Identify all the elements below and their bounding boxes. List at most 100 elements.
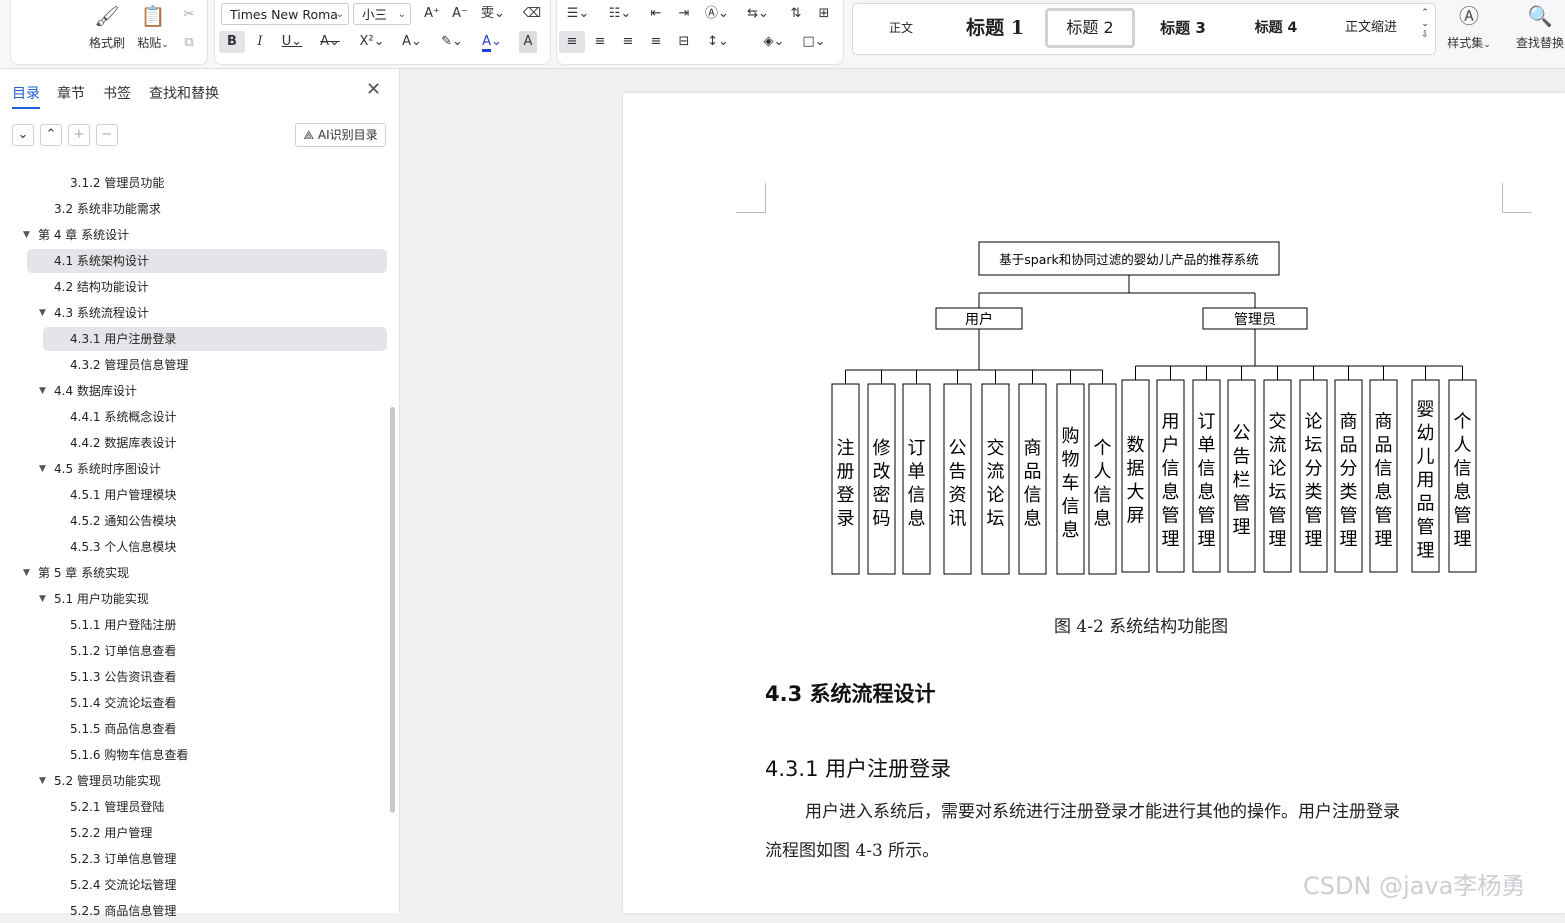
tab-toc[interactable]: 目录 [12,83,40,109]
remove-item-button[interactable]: − [96,124,118,146]
borders-icon[interactable]: □⌄ [799,31,829,53]
collapse-all-button[interactable]: ⌃ [40,124,62,146]
clear-format-icon[interactable]: ⌫ [519,3,545,25]
align-left-icon[interactable]: ≡ [559,31,585,53]
toc-item-label: 5.1.6 购物车信息查看 [70,748,189,762]
style-set-button[interactable]: Ⓐ 样式集⌄ [1444,2,1494,58]
document-page[interactable]: 基于spark和协同过滤的婴幼儿产品的推荐系统 用户 管理员 注册登录 修改密码 订单信息… [623,93,1565,913]
phonetic-icon[interactable]: 雯⌄ [477,3,509,25]
toc-item[interactable]: 5.1.3 公告资讯查看 [70,665,176,689]
toc-item[interactable]: ▼ 5.1 用户功能实现 [39,587,149,611]
expand-arrow-icon[interactable]: ▼ [39,587,46,611]
justify-icon[interactable]: ≡ [643,31,669,53]
toc-item[interactable]: 5.1.6 购物车信息查看 [70,743,188,767]
toc-item[interactable]: 4.5.2 通知公告模块 [70,509,176,533]
expand-arrow-icon[interactable]: ▼ [23,223,30,247]
tab-bookmarks[interactable]: 书签 [103,83,131,103]
expand-arrow-icon[interactable]: ▼ [39,457,46,481]
expand-arrow-icon[interactable]: ▼ [39,301,46,325]
expand-arrow-icon[interactable]: ▼ [39,769,46,793]
grow-font-icon[interactable]: A⁺ [419,3,445,25]
toc-item[interactable]: 4.4.1 系统概念设计 [70,405,176,429]
toc-item-label: 4.2 结构功能设计 [54,280,149,294]
style-body-indent[interactable]: 正文缩进 [1329,8,1413,48]
text-effect-icon[interactable]: A⌄ [397,31,427,53]
expand-arrow-icon[interactable]: ▼ [39,379,46,403]
font-name-select[interactable]: Times New Roma ⌄ [221,3,349,25]
module-label: 公告栏管理 [1233,423,1251,538]
toc-item[interactable]: 3.1.2 管理员功能 [70,171,164,195]
shrink-font-icon[interactable]: A⁻ [447,3,473,25]
char-shading-icon[interactable]: A [519,31,537,53]
toc-item[interactable]: 5.2.5 商品信息管理 [70,899,176,923]
toc-item[interactable]: ▼ 第 4 章 系统设计 [23,223,129,247]
align-center-icon[interactable]: ≡ [587,31,613,53]
gallery-scroll-icon[interactable]: ⌃ ⌄ ⇩ [1419,8,1431,52]
toc-item[interactable]: 4.5.3 个人信息模块 [70,535,176,559]
style-heading-2[interactable]: 标题 2 [1045,8,1135,48]
toc-item-label: 5.2.1 管理员登陆 [70,800,165,814]
font-color-icon[interactable]: A⌄ [477,31,507,53]
toc-item[interactable]: 5.2.3 订单信息管理 [70,847,176,871]
underline-icon[interactable]: U⌄ [277,31,307,53]
line-spacing-icon[interactable]: ↕⌄ [703,31,733,53]
text-direction-icon[interactable]: Ⓐ⌄ [701,3,733,25]
toc-item-label: 4.4.2 数据库表设计 [70,436,177,450]
toc-item[interactable]: 4.5.1 用户管理模块 [70,483,176,507]
toc-item[interactable]: ▼ 4.3 系统流程设计 [39,301,149,325]
toc-item[interactable]: ▼ 4.4 数据库设计 [39,379,137,403]
toc-item[interactable]: 4.2 结构功能设计 [54,275,149,299]
copy-icon[interactable]: ⧉ [176,32,202,54]
toc-item[interactable]: 5.1.1 用户登陆注册 [70,613,176,637]
bold-icon[interactable]: B [219,31,245,53]
bullet-list-icon[interactable]: ☰⌄ [563,3,593,25]
toc-item[interactable]: 4.3.2 管理员信息管理 [70,353,188,377]
ai-toc-button[interactable]: ⟁ AI识别目录 [295,123,386,147]
toc-item[interactable]: 4.3.1 用户注册登录 [43,327,387,351]
tab-chapters[interactable]: 章节 [57,83,85,103]
close-icon[interactable]: ✕ [366,79,381,100]
align-right-icon[interactable]: ≡ [615,31,641,53]
toc-item[interactable]: 3.2 系统非功能需求 [54,197,161,221]
decrease-indent-icon[interactable]: ⇤ [643,3,669,25]
style-normal[interactable]: 正文 [861,8,941,48]
toc-item[interactable]: 4.4.2 数据库表设计 [70,431,176,455]
toc-item[interactable]: 5.2.4 交流论坛管理 [70,873,176,897]
format-painter-button[interactable]: 🖌 格式刷 [85,2,129,58]
highlight-icon[interactable]: ✎⌄ [437,31,467,53]
show-marks-icon[interactable]: ⊞ [811,3,837,25]
toc-item[interactable]: 5.1.5 商品信息查看 [70,717,176,741]
font-size-select[interactable]: 小三 ⌄ [353,3,411,25]
toc-item[interactable]: ▼ 4.5 系统时序图设计 [39,457,161,481]
cut-icon[interactable]: ✂ [176,4,202,26]
toc-item[interactable]: 4.1 系统架构设计 [27,249,387,273]
increase-indent-icon[interactable]: ⇥ [671,3,697,25]
strikethrough-icon[interactable]: A⌄ [315,31,345,53]
find-replace-button[interactable]: 🔍 查找替换 [1515,2,1565,58]
numbered-list-icon[interactable]: ☷⌄ [605,3,635,25]
paragraph-line-1: 用户进入系统后，需要对系统进行注册登录才能进行其他的操作。用户注册登录 [805,802,1400,822]
style-heading-3[interactable]: 标题 3 [1143,8,1223,48]
expand-all-button[interactable]: ⌄ [12,124,34,146]
paste-button[interactable]: 📋 粘贴⌄ [131,2,175,58]
distributed-icon[interactable]: ⊟ [671,31,697,53]
toc-item[interactable]: ▼ 第 5 章 系统实现 [23,561,129,585]
toc-item[interactable]: 5.2.2 用户管理 [70,821,152,845]
add-item-button[interactable]: + [68,124,90,146]
expand-arrow-icon[interactable]: ▼ [23,561,30,585]
toc-item[interactable]: 5.2.1 管理员登陆 [70,795,164,819]
italic-icon[interactable]: I [247,31,273,53]
toc-item[interactable]: ▼ 5.2 管理员功能实现 [39,769,161,793]
sort-icon[interactable]: ⇅ [783,3,809,25]
style-heading-1[interactable]: 标题 1 [949,8,1041,48]
section-heading: 4.3 系统流程设计 [765,682,936,706]
toc-item[interactable]: 5.1.2 订单信息查看 [70,639,176,663]
line-break-icon[interactable]: ⇆⌄ [743,3,773,25]
nav-scrollbar[interactable] [390,407,395,813]
shading-icon[interactable]: ◈⌄ [759,31,789,53]
tab-find-replace[interactable]: 查找和替换 [149,83,219,103]
style-heading-4[interactable]: 标题 4 [1235,8,1317,48]
superscript-icon[interactable]: X²⌄ [357,31,387,53]
toc-item-label: 4.5 系统时序图设计 [54,462,161,476]
toc-item[interactable]: 5.1.4 交流论坛查看 [70,691,176,715]
